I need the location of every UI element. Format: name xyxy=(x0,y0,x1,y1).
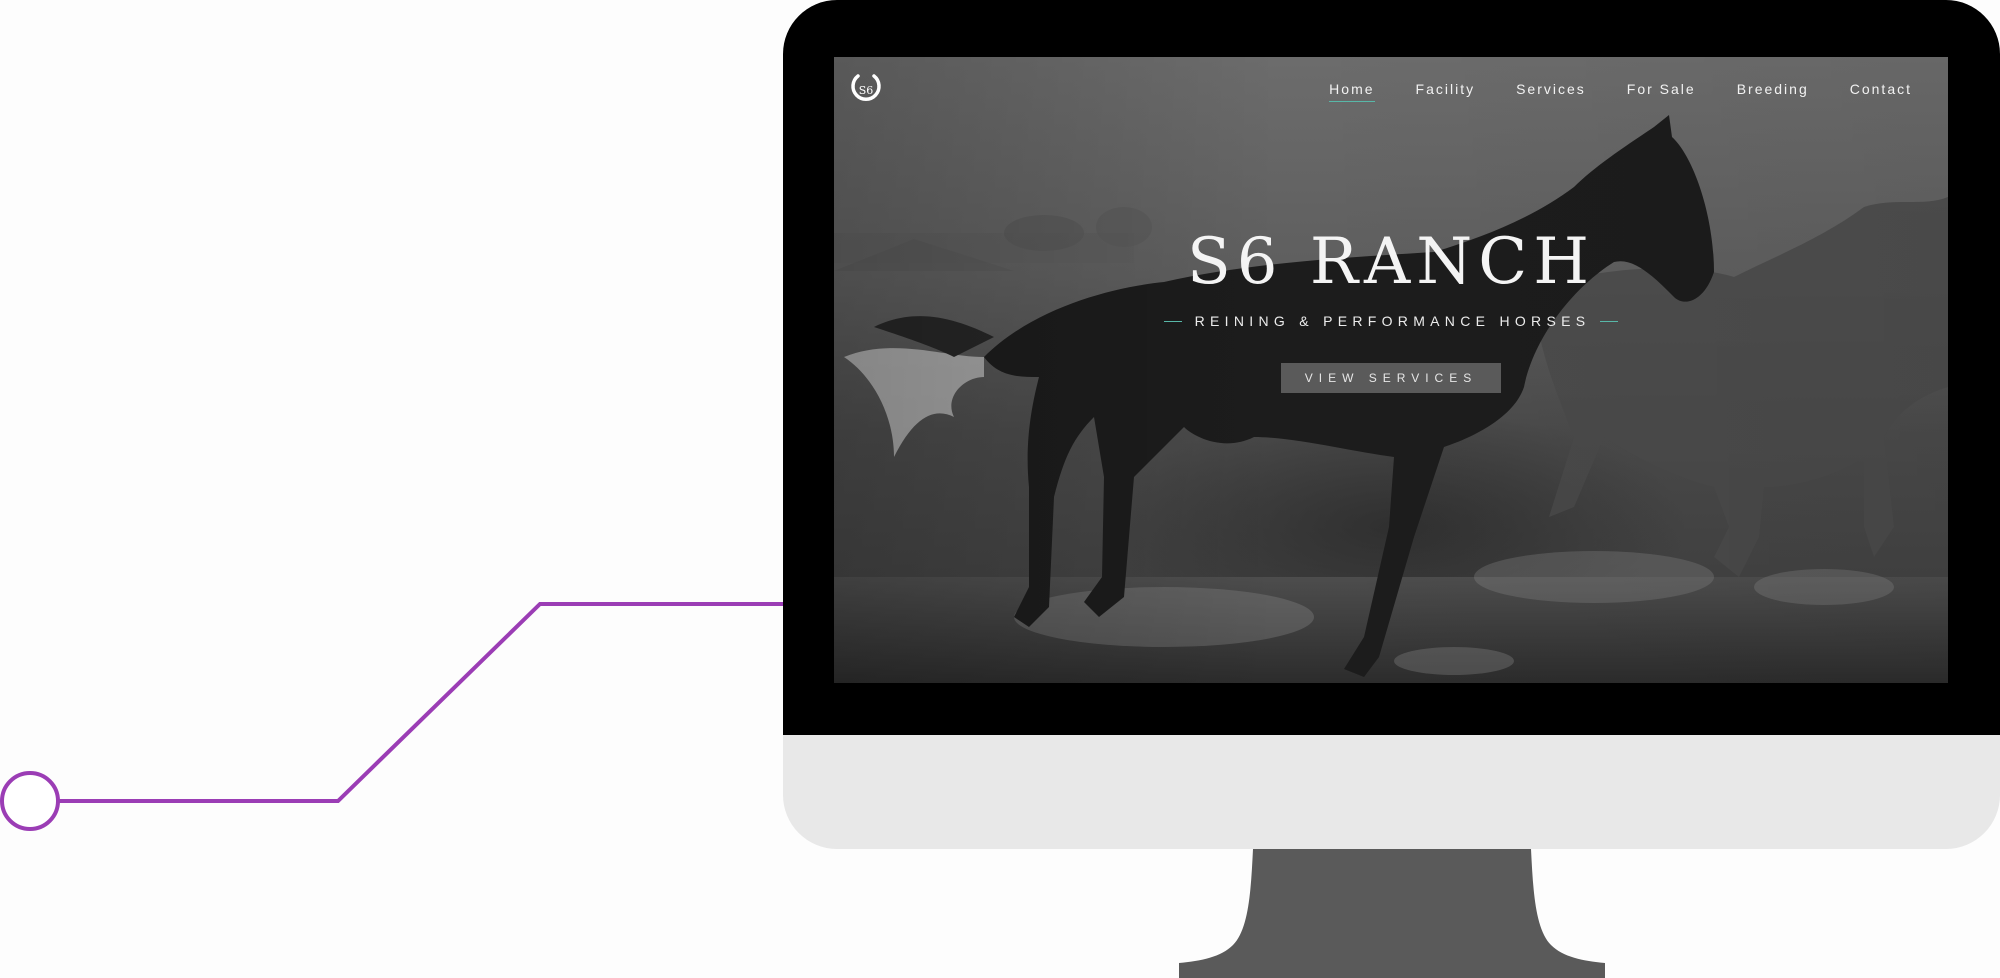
view-services-button[interactable]: VIEW SERVICES xyxy=(1281,363,1501,393)
nav-home[interactable]: Home xyxy=(1329,81,1375,102)
monitor-chin xyxy=(783,735,2000,849)
subtitle-rule-left xyxy=(1163,320,1182,322)
connector-line xyxy=(0,602,790,831)
subtitle-rule-right xyxy=(1600,320,1619,322)
hero-subtitle-row: REINING & PERFORMANCE HORSES xyxy=(834,313,1948,329)
desktop-monitor: S6 Home Facility Services For Sale Breed… xyxy=(783,0,2000,978)
monitor-stand xyxy=(1179,849,1605,978)
nav-contact[interactable]: Contact xyxy=(1850,81,1912,102)
hero-subtitle: REINING & PERFORMANCE HORSES xyxy=(1194,313,1591,329)
connector-node xyxy=(0,771,60,831)
nav-facility[interactable]: Facility xyxy=(1416,81,1476,102)
ranch-logo-icon[interactable]: S6 xyxy=(848,71,884,107)
monitor-bezel: S6 Home Facility Services For Sale Breed… xyxy=(783,0,2000,735)
nav-breeding[interactable]: Breeding xyxy=(1737,81,1809,102)
nav-services[interactable]: Services xyxy=(1516,81,1586,102)
nav-for-sale[interactable]: For Sale xyxy=(1627,81,1696,102)
main-nav: Home Facility Services For Sale Breeding… xyxy=(1288,81,1912,102)
website-screen: S6 Home Facility Services For Sale Breed… xyxy=(834,57,1948,683)
hero-title: S6 RANCH xyxy=(1186,225,1596,299)
logo-text: S6 xyxy=(859,84,874,97)
